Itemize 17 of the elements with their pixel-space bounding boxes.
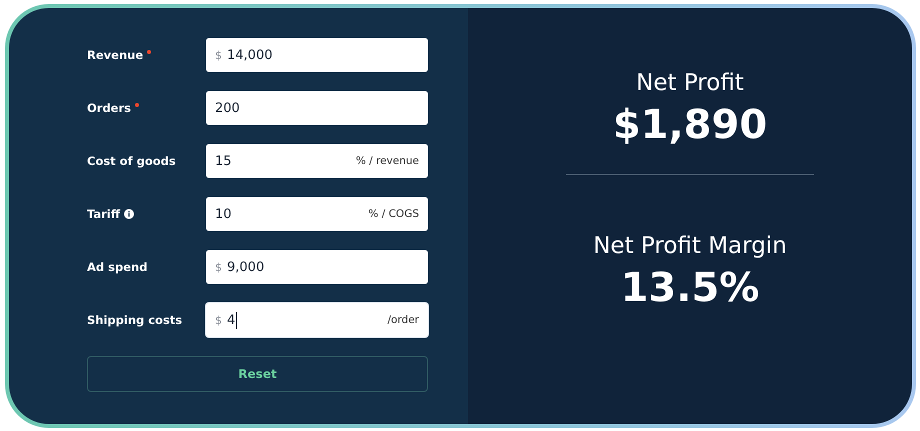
input-field[interactable]: $ 14,000 xyxy=(206,38,428,72)
result-label: Net Profit Margin xyxy=(593,233,787,259)
field-label: Cost of goods xyxy=(87,154,176,168)
input-field[interactable]: 200 xyxy=(206,91,428,125)
field-label: Tariff xyxy=(87,207,120,221)
result-label: Net Profit xyxy=(636,70,744,96)
field-label: Shipping costs xyxy=(87,313,182,327)
field-label: Orders xyxy=(87,101,131,115)
reset-button[interactable]: Reset xyxy=(87,356,428,392)
result-value: 13.5% xyxy=(620,265,760,311)
field-label: Ad spend xyxy=(87,260,148,274)
input-field[interactable]: $ 9,000 xyxy=(206,250,428,284)
input-field[interactable]: 10 % / COGS xyxy=(206,197,428,231)
result-value: $1,890 xyxy=(612,102,768,148)
field-label: Revenue xyxy=(87,48,144,62)
input-field[interactable]: $ 4 /order xyxy=(206,303,428,337)
input-field[interactable]: 15 % / revenue xyxy=(206,144,428,178)
